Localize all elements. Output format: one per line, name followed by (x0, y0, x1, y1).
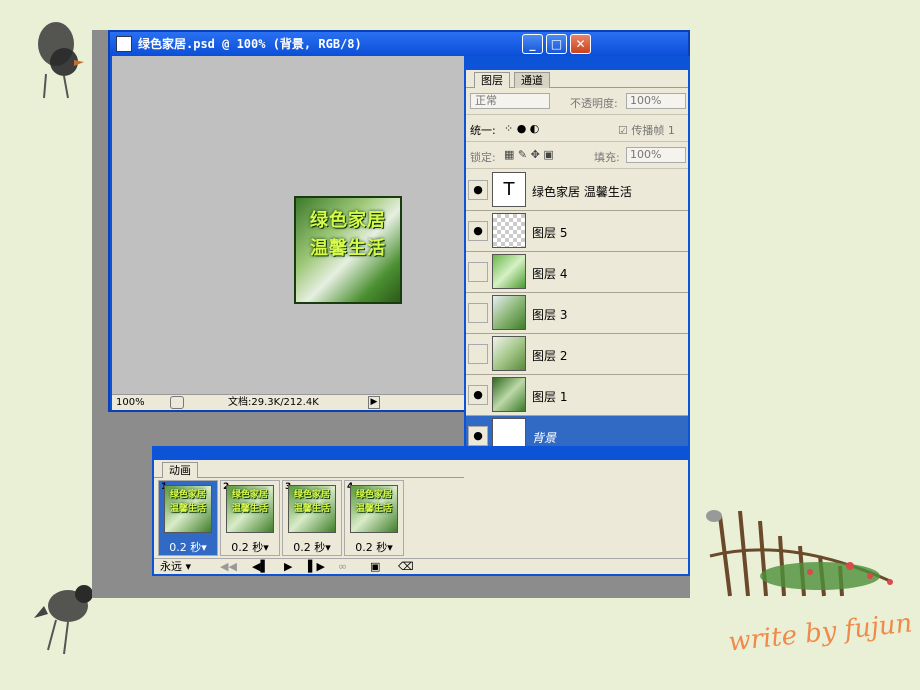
status-arrow-icon[interactable]: ▶ (368, 396, 380, 409)
first-frame-icon[interactable]: ◀◀ (220, 559, 237, 574)
layer-name: 图层 3 (532, 308, 568, 322)
propagate-label: 传播帧 1 (631, 124, 675, 137)
frame-thumb-text2: 温馨生活 (231, 504, 268, 514)
close-button[interactable]: ✕ (570, 34, 591, 54)
animation-frame[interactable]: 2 绿色家居温馨生活 0.2 秒▾ (220, 480, 280, 556)
frame-thumb-text1: 绿色家居 (355, 490, 392, 500)
document-icon (116, 36, 132, 52)
frame-delay[interactable]: 0.2 秒▾ (159, 539, 217, 555)
visibility-eye-icon[interactable]: ● (468, 385, 488, 405)
animation-frame[interactable]: 4 绿色家居温馨生活 0.2 秒▾ (344, 480, 404, 556)
layer-row-1[interactable]: ● 图层 1 (466, 375, 688, 416)
frame-delay[interactable]: 0.2 秒▾ (345, 539, 403, 555)
frame-delay[interactable]: 0.2 秒▾ (283, 539, 341, 555)
unify-row: 统一: ⁘ ● ◐ ☑ 传播帧 1 (466, 116, 688, 142)
visibility-eye-icon[interactable]: ● (468, 180, 488, 200)
document-title: 绿色家居.psd @ 100% (背景, RGB/8) (138, 37, 362, 51)
layer-row-2[interactable]: 图层 2 (466, 334, 688, 375)
layer-thumbnail (492, 213, 526, 248)
frame-thumb-text2: 温馨生活 (293, 504, 330, 514)
lock-label: 锁定: (470, 151, 496, 164)
canvas-text-line1: 绿色家居 (310, 210, 386, 231)
loop-select[interactable]: 永远 ▾ (160, 559, 191, 574)
layer-name: 图层 1 (532, 390, 568, 404)
visibility-toggle[interactable] (468, 262, 488, 282)
play-icon[interactable]: ▶ (284, 559, 292, 574)
opacity-field[interactable]: 100% (626, 93, 686, 109)
animation-controls: 永远 ▾ ◀◀ ◀▌ ▶ ▌▶ ∞ ▣ ⌫ (154, 558, 688, 574)
frame-thumb-text2: 温馨生活 (169, 504, 206, 514)
layer-name: 绿色家居 温馨生活 (532, 185, 632, 199)
layer-row-4[interactable]: 图层 4 (466, 252, 688, 293)
layer-name: 图层 5 (532, 226, 568, 240)
bird-top-illustration (28, 14, 88, 100)
animation-frame[interactable]: 3 绿色家居温馨生活 0.2 秒▾ (282, 480, 342, 556)
fill-field[interactable]: 100% (626, 147, 686, 163)
opacity-label: 不透明度: (570, 97, 618, 110)
text-layer-icon: T (492, 172, 526, 207)
canvas-image: 绿色家居 温馨生活 (294, 196, 402, 304)
animation-tab-bar: 动画 (154, 460, 464, 478)
document-canvas[interactable]: 绿色家居 温馨生活 (112, 56, 466, 396)
layer-thumbnail (492, 295, 526, 330)
visibility-toggle[interactable] (468, 344, 488, 364)
status-menu-icon[interactable] (170, 396, 184, 409)
delete-frame-icon[interactable]: ⌫ (398, 559, 414, 574)
tab-channels[interactable]: 通道 (514, 72, 550, 88)
frame-thumb-text1: 绿色家居 (293, 490, 330, 500)
frame-delay[interactable]: 0.2 秒▾ (221, 539, 279, 555)
frame-delay-label: 0.2 秒 (355, 541, 388, 554)
canvas-text-line2: 温馨生活 (310, 238, 386, 259)
fill-label: 填充: (594, 151, 620, 164)
layer-thumbnail (492, 336, 526, 371)
frame-thumb-text1: 绿色家居 (169, 490, 206, 500)
layer-row-5[interactable]: ● 图层 5 (466, 211, 688, 252)
document-title-bar[interactable]: 绿色家居.psd @ 100% (背景, RGB/8) (110, 32, 688, 56)
blend-mode-select[interactable]: 正常 (470, 93, 550, 109)
fence-flowers-illustration (700, 496, 910, 616)
layer-row-3[interactable]: 图层 3 (466, 293, 688, 334)
tab-animation[interactable]: 动画 (162, 462, 198, 478)
visibility-toggle[interactable] (468, 303, 488, 323)
frame-thumbnail: 绿色家居 温馨生活 (164, 485, 212, 533)
maximize-button[interactable]: □ (546, 34, 567, 54)
minimize-button[interactable]: _ (522, 34, 543, 54)
visibility-eye-icon[interactable]: ● (468, 426, 488, 446)
layer-name: 背景 (532, 431, 557, 445)
unify-label: 统一: (470, 124, 496, 137)
frame-delay-label: 0.2 秒 (293, 541, 326, 554)
animation-frame[interactable]: 1 绿色家居温馨生活 0.2 秒▾ (158, 480, 218, 556)
layers-tab-bar: 图层 通道 (466, 70, 688, 88)
frame-thumbnail: 绿色家居 温馨生活 (350, 485, 398, 533)
loop-label: 永远 (160, 560, 182, 573)
document-info: 文档:29.3K/212.4K (228, 397, 319, 408)
frame-delay-label: 0.2 秒 (231, 541, 264, 554)
layer-thumbnail (492, 377, 526, 412)
propagate-checkbox[interactable]: ☑ 传播帧 1 (618, 122, 675, 138)
frame-thumb-text1: 绿色家居 (231, 490, 268, 500)
layer-name: 图层 2 (532, 349, 568, 363)
lock-icons[interactable]: ▦ ✎ ✥ ▣ (504, 148, 554, 161)
new-frame-icon[interactable]: ▣ (370, 559, 380, 574)
visibility-eye-icon[interactable]: ● (468, 221, 488, 241)
blend-row: 正常 不透明度: 100% (466, 89, 688, 115)
bird-bottom-illustration (34, 576, 96, 656)
tab-layers[interactable]: 图层 (474, 72, 510, 88)
tween-icon[interactable]: ∞ (338, 559, 347, 574)
layer-name: 图层 4 (532, 267, 568, 281)
next-frame-icon[interactable]: ▌▶ (308, 559, 325, 574)
animation-panel[interactable]: 动画 1 绿色家居温馨生活 0.2 秒▾ 2 绿色家居温馨生活 0.2 秒▾ 3… (152, 446, 690, 576)
frame-delay-label: 0.2 秒 (169, 541, 202, 554)
frame-thumb-text2: 温馨生活 (355, 504, 392, 514)
lock-row: 锁定: ▦ ✎ ✥ ▣ 填充: 100% (466, 143, 688, 169)
layer-row-text[interactable]: ● T 绿色家居 温馨生活 (466, 170, 688, 211)
zoom-field[interactable]: 100% (116, 395, 145, 410)
document-status-bar: 100% 文档:29.3K/212.4K ▶ (112, 394, 466, 410)
frame-thumbnail: 绿色家居 温馨生活 (226, 485, 274, 533)
layer-thumbnail (492, 254, 526, 289)
frame-thumbnail: 绿色家居 温馨生活 (288, 485, 336, 533)
prev-frame-icon[interactable]: ◀▌ (252, 559, 269, 574)
unify-icons[interactable]: ⁘ ● ◐ (504, 122, 539, 135)
